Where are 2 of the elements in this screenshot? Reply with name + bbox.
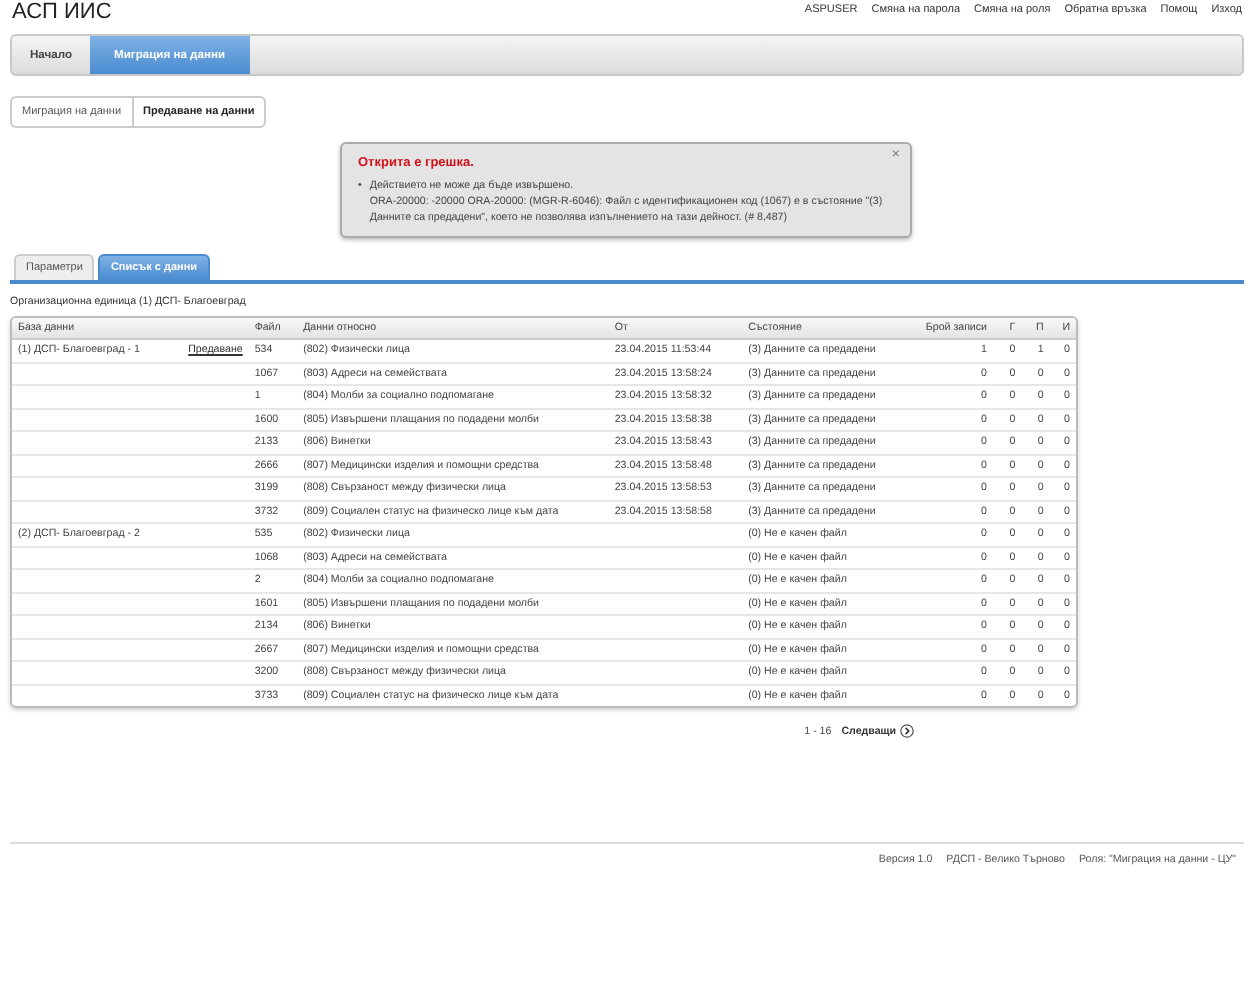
chevron-right-icon xyxy=(900,724,914,738)
app-title: АСП ИИС xyxy=(12,0,112,24)
